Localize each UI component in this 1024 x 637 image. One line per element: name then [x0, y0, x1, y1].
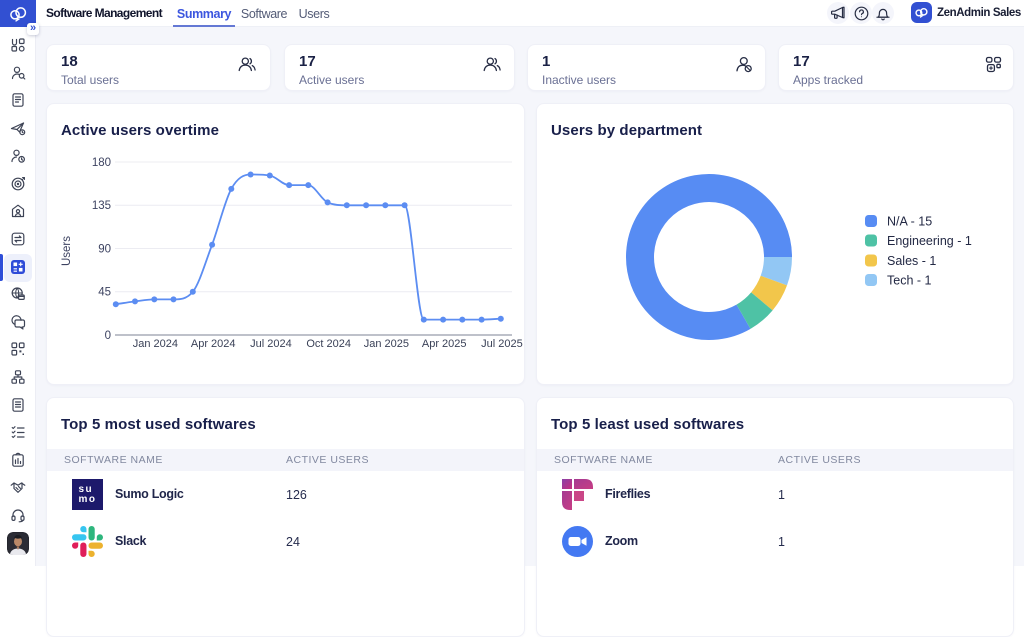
svg-text:N/A - 15: N/A - 15	[887, 215, 932, 229]
svg-text:Jan 2025: Jan 2025	[364, 338, 409, 350]
svg-text:Jul 2025: Jul 2025	[481, 338, 523, 350]
svg-text:Apr 2024: Apr 2024	[191, 338, 236, 350]
svg-text:Sales - 1: Sales - 1	[887, 254, 936, 268]
svg-text:Users: Users	[61, 236, 73, 266]
svg-text:Engineering - 1: Engineering - 1	[887, 234, 972, 248]
svg-text:Jan 2024: Jan 2024	[133, 338, 178, 350]
svg-text:Jul 2024: Jul 2024	[250, 338, 292, 350]
svg-text:135: 135	[92, 200, 111, 212]
svg-text:Apr 2025: Apr 2025	[422, 338, 467, 350]
svg-text:90: 90	[98, 244, 111, 256]
svg-text:45: 45	[98, 287, 111, 299]
svg-text:180: 180	[92, 157, 111, 169]
svg-text:Oct 2024: Oct 2024	[306, 338, 351, 350]
svg-text:Tech - 1: Tech - 1	[887, 274, 932, 288]
svg-text:0: 0	[105, 330, 111, 342]
